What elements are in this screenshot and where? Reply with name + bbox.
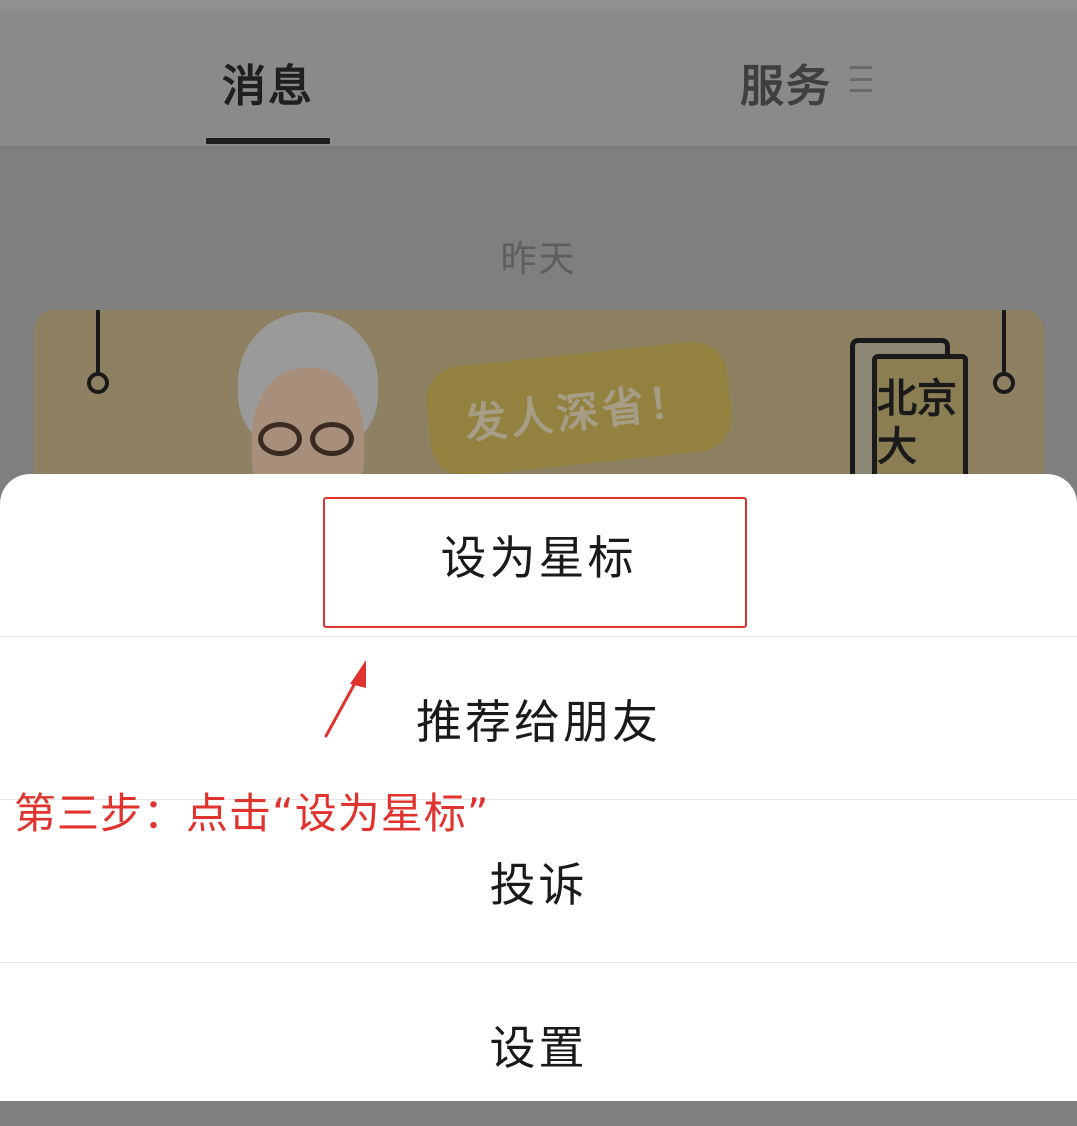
ring-decoration <box>993 372 1015 394</box>
annotation-step-text: 第三步：点击“设为星标” <box>14 789 490 838</box>
recommend-to-friend-button[interactable]: 推荐给朋友 <box>0 638 1077 800</box>
hanging-string-decoration <box>96 310 100 376</box>
status-strip <box>0 0 1077 12</box>
top-tab-bar: 消息 服务 <box>0 0 1077 148</box>
banner-speech-bubble: 发人深省！ <box>423 338 735 480</box>
set-star-button[interactable]: 设为星标 <box>0 474 1077 636</box>
hanging-string-decoration <box>1002 310 1006 376</box>
book-title: 北京大 <box>877 376 957 470</box>
bubble-text: 发人深省！ <box>462 375 697 449</box>
tab-messages[interactable]: 消息 <box>222 50 314 112</box>
divider <box>0 636 1077 637</box>
divider <box>0 962 1077 963</box>
ring-decoration <box>87 372 109 394</box>
settings-button[interactable]: 设置 <box>0 964 1077 1126</box>
menu-icon[interactable] <box>850 66 872 92</box>
active-tab-indicator <box>206 138 330 144</box>
date-separator: 昨天 <box>500 239 577 280</box>
tab-services[interactable]: 服务 <box>740 50 832 112</box>
annotation-arrow-icon <box>324 660 366 738</box>
